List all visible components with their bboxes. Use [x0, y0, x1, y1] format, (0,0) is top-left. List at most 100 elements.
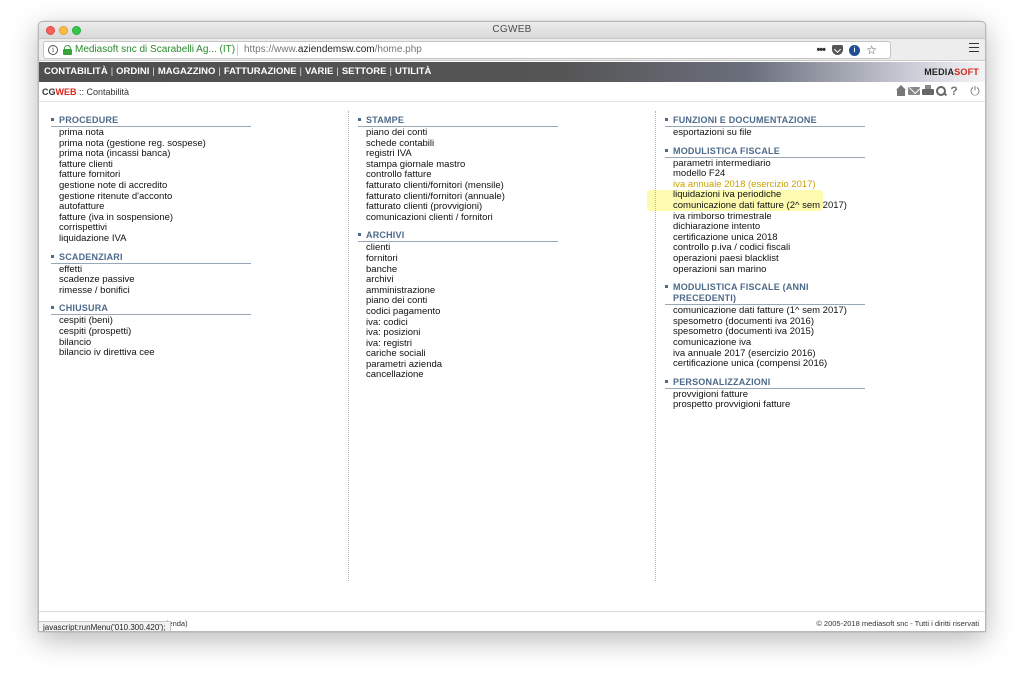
- footer: zienda) © 2005-2018 mediasoft snc - Tutt…: [39, 611, 985, 631]
- menu-link[interactable]: comunicazioni clienti / fornitori: [366, 212, 588, 224]
- menu-link[interactable]: fatturato clienti/fornitori (mensile): [366, 180, 588, 192]
- help-icon[interactable]: ?: [948, 85, 960, 97]
- extension-icon[interactable]: i: [849, 45, 860, 56]
- menu-link[interactable]: cancellazione: [366, 370, 588, 381]
- section-title: SCADENZIARI: [51, 252, 251, 264]
- section-bullet-icon: [358, 118, 361, 121]
- section-title-text: FUNZIONI E DOCUMENTAZIONE: [673, 115, 817, 125]
- home-icon[interactable]: [895, 85, 907, 97]
- column-divider: [348, 111, 349, 581]
- menu-link[interactable]: prospetto provvigioni fatture: [673, 400, 895, 411]
- section-bullet-icon: [358, 233, 361, 237]
- section-title: ARCHIVI: [358, 230, 558, 243]
- address-bar[interactable]: i Mediasoft snc di Scarabelli Ag... (IT)…: [43, 41, 891, 59]
- section-title: PROCEDURE: [51, 115, 251, 127]
- section-bullet-icon: [51, 306, 54, 310]
- section-title: STAMPE: [358, 115, 558, 127]
- menu-link[interactable]: liquidazione IVA: [59, 233, 281, 245]
- section-bullet-icon: [665, 285, 668, 289]
- menu-section: PERSONALIZZAZIONI provvigioni fatture pros…: [665, 377, 895, 411]
- section-title: CHIUSURA: [51, 303, 251, 316]
- window-title: CGWEB: [492, 24, 532, 35]
- column-1: PROCEDURE prima nota prima nota (gestione …: [51, 115, 281, 366]
- menu-section: SCADENZIARI effetti scadenze passive rimess…: [51, 252, 281, 297]
- section-bullet-icon: [665, 148, 668, 152]
- pocket-icon[interactable]: [832, 45, 843, 55]
- url-text[interactable]: https://www.aziendemsw.com/home.php: [244, 42, 422, 58]
- menu-section: ARCHIVI clienti fornitori banche archivi ammi…: [358, 230, 588, 381]
- menu-link[interactable]: bilancio iv direttiva cee: [59, 347, 281, 359]
- menu-section: FUNZIONI E DOCUMENTAZIONE esportazioni su…: [665, 115, 895, 139]
- menu-section: CHIUSURA cespiti (beni) cespiti (prospetti…: [51, 303, 281, 358]
- section-items: prima nota prima nota (gestione reg. sosp…: [51, 127, 281, 245]
- menu-link[interactable]: codici pagamento: [366, 306, 588, 318]
- menu-contabilita[interactable]: CONTABILITÀ: [44, 66, 108, 77]
- menu-section: MODULISTICA FISCALE (ANNI PRECEDENTI) com…: [665, 282, 895, 370]
- toolbar: i Mediasoft snc di Scarabelli Ag... (IT)…: [39, 39, 985, 61]
- print-icon[interactable]: [922, 85, 934, 97]
- section-items: esportazioni su file: [665, 127, 895, 139]
- menu-link[interactable]: clienti: [366, 243, 588, 254]
- menu-settore[interactable]: SETTORE: [342, 66, 387, 77]
- menu-link[interactable]: banche: [366, 264, 588, 276]
- section-items: cespiti (beni) cespiti (prospetti) bilanci…: [51, 315, 281, 358]
- menu-link[interactable]: certificazione unica (compensi 2016): [673, 358, 895, 370]
- status-bar-url: javascript:runMenu('010.300.420');: [39, 621, 171, 631]
- column-3: FUNZIONI E DOCUMENTAZIONE esportazioni su…: [665, 115, 895, 418]
- section-title-text: MODULISTICA FISCALE: [673, 145, 780, 156]
- menu-link[interactable]: gestione note di accredito: [59, 180, 281, 192]
- main-menu: CONTABILITÀ | ORDINI | MAGAZZINO | FATTURAZION…: [44, 66, 432, 77]
- lock-icon[interactable]: [63, 45, 72, 55]
- menu-fatturazione[interactable]: FATTURAZIONE: [224, 66, 297, 77]
- bookmark-star-icon[interactable]: ☆: [866, 42, 877, 58]
- menu-section: MODULISTICA FISCALE parametri intermediar…: [665, 146, 895, 276]
- menu-hamburger-icon[interactable]: [969, 43, 979, 52]
- search-icon[interactable]: [935, 85, 947, 97]
- brand-logo: MEDIASOFT: [924, 67, 979, 77]
- section-items: piano dei conti schede contabili registri …: [358, 127, 588, 223]
- menu-link[interactable]: comunicazione dati fatture (2^ sem 2017): [673, 200, 895, 212]
- section-title-text: SCADENZIARI: [59, 251, 123, 262]
- menu-magazzino[interactable]: MAGAZZINO: [158, 66, 216, 77]
- menu-link[interactable]: comunicazione iva: [673, 337, 895, 349]
- breadcrumb: CGWEB :: Contabilità: [42, 87, 130, 97]
- column-2: STAMPE piano dei conti schede contabili reg…: [358, 115, 588, 388]
- section-bullet-icon: [665, 118, 668, 121]
- menu-link[interactable]: operazioni san marino: [673, 264, 895, 276]
- mail-icon[interactable]: [908, 87, 920, 95]
- menu-varie[interactable]: VARIE: [305, 66, 333, 77]
- section-title-text: ARCHIVI: [366, 230, 405, 241]
- section-items: provvigioni fatture prospetto provvigioni…: [665, 389, 895, 411]
- section-title-text: CHIUSURA: [59, 303, 109, 314]
- menu-link[interactable]: piano dei conti: [366, 127, 588, 139]
- menu-link[interactable]: esportazioni su file: [673, 127, 895, 139]
- section-title: PERSONALIZZAZIONI: [665, 377, 865, 389]
- column-divider: [655, 111, 656, 581]
- section-title-text: MODULISTICA FISCALE (ANNI PRECEDENTI): [673, 282, 809, 304]
- menu-section: PROCEDURE prima nota prima nota (gestione …: [51, 115, 281, 245]
- section-title: FUNZIONI E DOCUMENTAZIONE: [665, 115, 865, 127]
- menu-link[interactable]: rimesse / bonifici: [59, 285, 281, 297]
- section-title: MODULISTICA FISCALE: [665, 146, 865, 158]
- menu-link[interactable]: fornitori: [366, 253, 588, 265]
- menu-link[interactable]: operazioni paesi blacklist: [673, 253, 895, 265]
- section-items: parametri intermediario modello F24 iva an…: [665, 158, 895, 276]
- browser-window: CGWEB i Mediasoft snc di Scarabelli Ag..…: [38, 21, 986, 632]
- logout-power-icon[interactable]: ⏻: [969, 85, 981, 97]
- section-title-text: PERSONALIZZAZIONI: [673, 376, 771, 387]
- site-identity[interactable]: Mediasoft snc di Scarabelli Ag... (IT): [75, 42, 235, 58]
- menu-link[interactable]: prima nota: [59, 127, 281, 139]
- more-actions-icon[interactable]: •••: [816, 42, 826, 58]
- menu-content: PROCEDURE prima nota prima nota (gestione …: [39, 103, 985, 611]
- main-menu-bar: CONTABILITÀ | ORDINI | MAGAZZINO | FATTURAZION…: [39, 62, 985, 82]
- menu-utilita[interactable]: UTILITÀ: [395, 66, 431, 77]
- section-items: comunicazione dati fatture (1^ sem 2017)…: [665, 305, 895, 370]
- menu-section: STAMPE piano dei conti schede contabili reg…: [358, 115, 588, 223]
- section-items: clienti fornitori banche archivi amministraz…: [358, 242, 588, 381]
- info-icon[interactable]: i: [48, 45, 58, 55]
- menu-link[interactable]: cespiti (prospetti): [59, 326, 281, 338]
- section-bullet-icon: [665, 379, 668, 383]
- section-items: effetti scadenze passive rimesse / bonific…: [51, 264, 281, 297]
- copyright: © 2005-2018 mediasoft snc - Tutti i diri…: [816, 619, 979, 628]
- menu-ordini[interactable]: ORDINI: [116, 66, 149, 77]
